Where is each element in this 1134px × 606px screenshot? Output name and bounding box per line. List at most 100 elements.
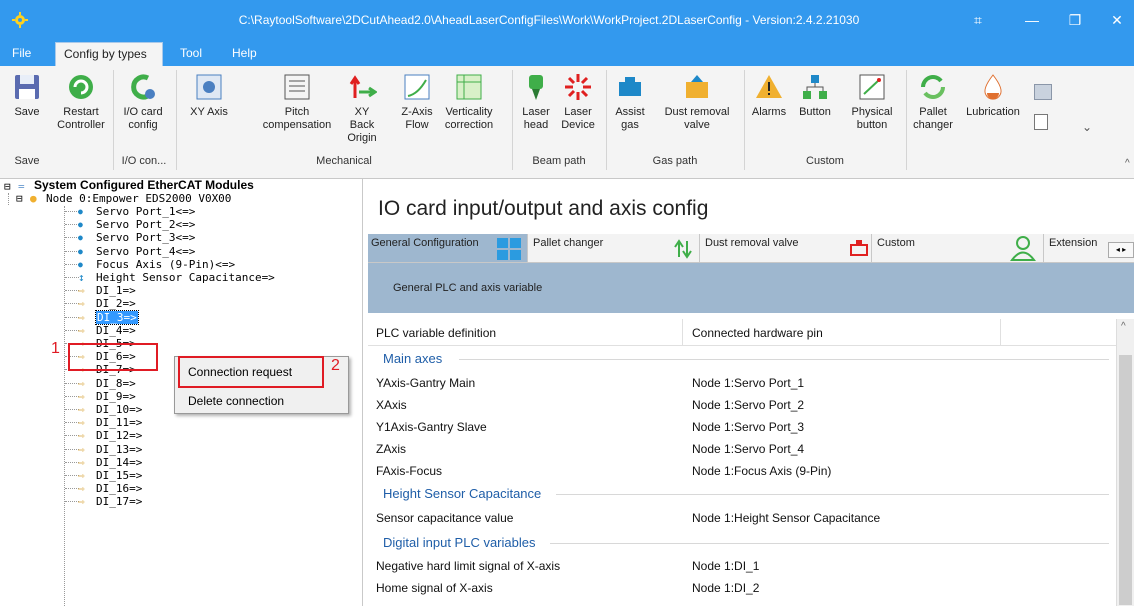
tree-item[interactable]: Servo Port_1<=> (96, 205, 195, 218)
tree-item[interactable]: DI_12=> (96, 429, 142, 442)
tree-item-selected[interactable]: DI_3=> (95, 309, 139, 325)
tree-line (65, 277, 79, 278)
row-pin[interactable]: Node 1:Servo Port_4 (692, 442, 804, 456)
restart-icon (69, 75, 93, 99)
close-button[interactable]: ✕ (1102, 8, 1132, 32)
button-button[interactable]: Button (792, 72, 838, 119)
row-variable[interactable]: FAxis-Focus (376, 464, 442, 478)
column-hardware-pin: Connected hardware pin (692, 326, 823, 340)
tab-scroll-arrows[interactable]: ◂ ▸ (1108, 242, 1134, 258)
menu-help[interactable]: Help (224, 42, 265, 66)
group-gas-path: Gas path (652, 155, 698, 167)
io-card-config-button[interactable]: I/O card config (118, 72, 168, 132)
pallet-changer-button[interactable]: Pallet changer (910, 72, 956, 132)
xy-axis-button[interactable]: XY Axis (188, 72, 230, 119)
delete-connection-menu-item[interactable]: Delete connection (188, 394, 284, 408)
row-variable[interactable]: XAxis (376, 398, 407, 412)
vertical-scrollbar[interactable]: ^ (1116, 319, 1134, 606)
scroll-up-arrow[interactable]: ^ (1121, 321, 1126, 332)
row-pin[interactable]: Node 1:Servo Port_3 (692, 420, 804, 434)
tree-item[interactable]: DI_17=> (96, 495, 142, 508)
tree-item[interactable]: Focus Axis (9-Pin)<=> (96, 258, 235, 271)
tree-item[interactable]: DI_10=> (96, 403, 142, 416)
tree-item[interactable]: DI_11=> (96, 416, 142, 429)
xy-back-origin-button[interactable]: XY Back Origin (342, 72, 382, 145)
general-config-icon (497, 238, 521, 260)
verticality-correction-button[interactable]: Verticality correction (440, 72, 498, 132)
pitch-compensation-button[interactable]: Pitch compensation (256, 72, 338, 132)
tree-item[interactable]: DI_14=> (96, 456, 142, 469)
z-axis-flow-label: Z-Axis Flow (401, 106, 433, 131)
tree-item[interactable]: DI_8=> (96, 377, 136, 390)
title-bar: C:\RaytoolSoftware\2DCutAhead2.0\AheadLa… (0, 0, 1134, 42)
list-view-icon[interactable] (1034, 114, 1048, 130)
tree-line (65, 422, 79, 424)
tab-dust-removal-valve[interactable]: Dust removal valve (702, 234, 872, 262)
dust-removal-valve-button[interactable]: Dust removal valve (662, 72, 732, 132)
row-variable[interactable]: Y1Axis-Gantry Slave (376, 420, 487, 434)
xy-axis-label: XY Axis (190, 106, 228, 118)
alarms-button[interactable]: Alarms (750, 72, 788, 119)
menu-config-by-types[interactable]: Config by types (55, 42, 163, 66)
tree-item[interactable]: DI_1=> (96, 284, 136, 297)
scroll-thumb[interactable] (1119, 355, 1132, 605)
row-pin[interactable]: Node 1:Servo Port_1 (692, 376, 804, 390)
servo-port-icon: ● (78, 233, 83, 243)
row-variable[interactable]: Sensor capacitance value (376, 511, 513, 525)
tab-pallet-changer[interactable]: Pallet changer (530, 234, 700, 262)
tree-item[interactable]: DI_2=> (96, 297, 136, 310)
physical-button-button[interactable]: Physical button (846, 72, 898, 132)
section-height-sensor: Height Sensor Capacitance (383, 486, 542, 501)
row-variable[interactable]: ZAxis (376, 442, 406, 456)
menu-file[interactable]: File (4, 42, 39, 66)
row-variable[interactable]: Negative hard limit signal of X-axis (376, 559, 560, 573)
tree-item[interactable]: DI_13=> (96, 443, 142, 456)
maximize-button[interactable]: ❐ (1060, 8, 1090, 32)
save-button[interactable]: Save (8, 72, 46, 119)
row-pin[interactable]: Node 1:DI_2 (692, 581, 759, 595)
tree-root[interactable]: System Configured EtherCAT Modules (34, 179, 254, 192)
digital-input-icon: ⇨ (78, 389, 85, 403)
row-pin[interactable]: Node 1:Focus Axis (9-Pin) (692, 464, 831, 478)
tree-item[interactable]: Servo Port_4<=> (96, 245, 195, 258)
tree-item[interactable]: DI_9=> (96, 390, 136, 403)
lubrication-button[interactable]: Lubrication (960, 72, 1026, 119)
laser-device-button[interactable]: Laser Device (558, 72, 598, 132)
z-axis-flow-button[interactable]: Z-Axis Flow (400, 72, 434, 132)
digital-input-icon: ⇨ (78, 376, 85, 390)
restart-controller-button[interactable]: Restart Controller (56, 72, 106, 132)
tree-item[interactable]: DI_4=> (96, 324, 136, 337)
row-variable[interactable]: Home signal of X-axis (376, 581, 493, 595)
row-variable[interactable]: YAxis-Gantry Main (376, 376, 475, 390)
tree-line (65, 409, 79, 410)
tree-item[interactable]: Servo Port_2<=> (96, 218, 195, 231)
node-collapse-icon[interactable]: ⊟ (16, 192, 23, 205)
column-divider (1000, 319, 1001, 345)
ribbon-small-icon[interactable] (1034, 84, 1052, 100)
tree-line (64, 206, 65, 606)
tree-item[interactable]: Servo Port_3<=> (96, 231, 195, 244)
tab-custom[interactable]: Custom (874, 234, 1044, 262)
grid-header: PLC variable definition Connected hardwa… (368, 319, 1116, 346)
tree-item[interactable]: DI_16=> (96, 482, 142, 495)
minimize-button[interactable]: — (1017, 8, 1047, 32)
ribbon-collapse-icon[interactable]: ^ (1125, 158, 1130, 169)
column-divider (682, 319, 683, 345)
tree-root-collapse-icon[interactable]: ⊟ (4, 180, 11, 193)
tree-item[interactable]: DI_15=> (96, 469, 142, 482)
row-pin[interactable]: Node 1:Height Sensor Capacitance (692, 511, 880, 525)
laser-head-button[interactable]: Laser head (518, 72, 554, 132)
servo-port-icon: ● (78, 207, 83, 216)
tree-item[interactable]: Height Sensor Capacitance=> (96, 271, 275, 284)
servo-port-icon: ● (78, 259, 83, 269)
tab-general-configuration[interactable]: General Configuration (368, 234, 528, 262)
restore-layout-icon[interactable]: ⌗ (963, 8, 993, 32)
menu-tool[interactable]: Tool (172, 42, 210, 66)
tree-node-0[interactable]: Node 0:Empower EDS2000 V0X00 (46, 192, 231, 205)
row-pin[interactable]: Node 1:DI_1 (692, 559, 759, 573)
assist-gas-button[interactable]: Assist gas (612, 72, 648, 132)
tab-extension[interactable]: Extension (1046, 234, 1106, 262)
annotation-box-1 (68, 343, 158, 371)
ribbon-expand-icon[interactable]: ⌄ (1082, 120, 1092, 134)
row-pin[interactable]: Node 1:Servo Port_2 (692, 398, 804, 412)
